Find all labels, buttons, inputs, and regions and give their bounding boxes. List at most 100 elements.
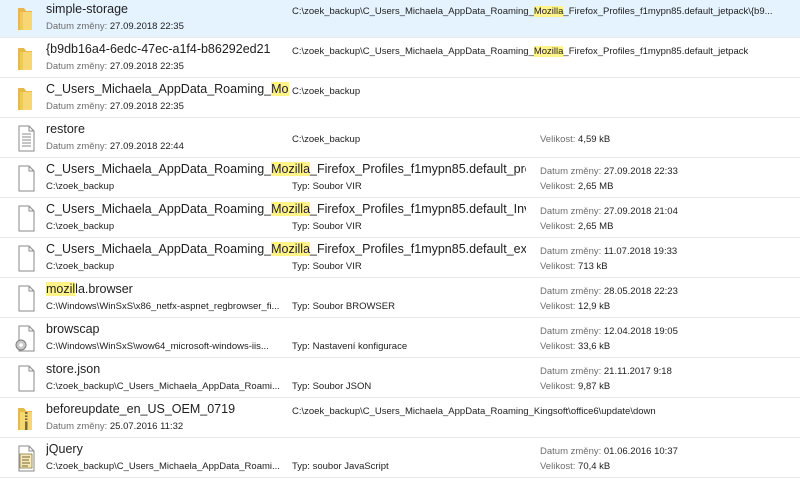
result-row[interactable]: C_Users_Michaela_AppData_Roaming_Mozilla…: [0, 160, 800, 198]
type-label: Typ:: [292, 461, 310, 472]
location-value: C:\zoek_backup\C_Users_Michaela_AppData_…: [46, 381, 280, 392]
text-part: C:\zoek_backup: [292, 86, 361, 97]
result-row[interactable]: simple-storage Datum změny: 27.09.2018 22…: [0, 0, 800, 38]
folder-icon: [14, 43, 38, 73]
file-size: Velikost: 2,65 MB: [540, 181, 613, 192]
text-part: {b9db16a4-6edc-47ec-a1f4-b86292ed21: [46, 42, 271, 56]
result-row[interactable]: restore Datum změny: 27.09.2018 22:44 C:\z…: [0, 120, 800, 158]
text-part: C_Users_Michaela_AppData_Roaming_: [46, 242, 272, 256]
type-label: Typ:: [292, 221, 310, 232]
file-name[interactable]: jQuery: [46, 442, 83, 456]
blank-file-icon: [14, 203, 38, 233]
item-path: C:\zoek_backup: [292, 134, 360, 145]
text-part: _Firefox_Profiles_f1mypn85.default_exten…: [310, 242, 526, 256]
file-size: Velikost: 4,59 kB: [540, 134, 610, 145]
date-modified-label: Datum změny:: [540, 206, 602, 217]
result-row[interactable]: C_Users_Michaela_AppData_Roaming_Mozilla…: [0, 240, 800, 278]
date-modified: Datum změny: 12.04.2018 19:05: [540, 326, 678, 337]
date-modified-label: Datum změny:: [46, 141, 108, 152]
type-label: Typ:: [292, 181, 310, 192]
item-location: C:\Windows\WinSxS\wow64_microsoft-window…: [46, 341, 269, 352]
date-modified-value: 21.11.2017 9:18: [603, 366, 672, 377]
result-row[interactable]: beforeupdate_en_US_OEM_0719 Datum změny: …: [0, 400, 800, 438]
text-file-icon: [14, 123, 38, 153]
file-name[interactable]: C_Users_Michaela_AppData_Roaming_Mozilla…: [46, 162, 526, 176]
date-modified-label: Datum změny:: [46, 101, 108, 112]
date-modified-value: 01.06.2016 10:37: [603, 446, 678, 457]
text-part: _Firefox_Profiles_f1mypn85.default_jetpa…: [563, 6, 773, 17]
item-path: C:\zoek_backup: [292, 86, 360, 97]
location-value: C:\Windows\WinSxS\wow64_microsoft-window…: [46, 341, 269, 352]
file-type: Typ: Soubor JSON: [292, 381, 371, 392]
size-value: 4,59 kB: [578, 134, 611, 145]
file-name[interactable]: C_Users_Michaela_AppData_Roaming_Mozilla…: [46, 202, 526, 216]
text-part: C_Users_Michaela_AppData_Roaming_: [46, 82, 272, 96]
date-modified: Datum změny: 27.09.2018 21:04: [540, 206, 678, 217]
file-name[interactable]: simple-storage: [46, 2, 128, 16]
size-label: Velikost:: [540, 381, 576, 392]
zip-folder-icon: [14, 403, 38, 433]
type-label: Typ:: [292, 301, 310, 312]
type-value: Soubor BROWSER: [312, 301, 395, 312]
date-modified: Datum změny: 21.11.2017 9:18: [540, 366, 672, 377]
date-modified-label: Datum změny:: [540, 246, 602, 257]
date-modified: Datum změny: 01.06.2016 10:37: [540, 446, 678, 457]
date-modified-label: Datum změny:: [46, 21, 108, 32]
item-location: C:\zoek_backup: [46, 181, 114, 192]
result-row[interactable]: store.json C:\zoek_backup\C_Users_Michael…: [0, 360, 800, 398]
search-highlight: Mozilla: [533, 6, 564, 17]
date-modified: Datum změny: 25.07.2016 11:32: [46, 421, 183, 432]
size-label: Velikost:: [540, 181, 576, 192]
location-value: C:\zoek_backup: [46, 181, 115, 192]
file-name[interactable]: restore: [46, 122, 85, 136]
type-label: Typ:: [292, 341, 310, 352]
date-modified-label: Datum změny:: [540, 446, 602, 457]
script-file-icon: [14, 443, 38, 473]
size-value: 12,9 kB: [578, 301, 611, 312]
item-path: C:\zoek_backup\C_Users_Michaela_AppData_…: [292, 406, 656, 417]
file-name[interactable]: browscap: [46, 322, 100, 336]
date-modified: Datum změny: 27.09.2018 22:35: [46, 101, 184, 112]
file-name[interactable]: {b9db16a4-6edc-47ec-a1f4-b86292ed21: [46, 42, 271, 56]
text-part: restore: [46, 122, 85, 136]
result-row[interactable]: jQuery C:\zoek_backup\C_Users_Michaela_Ap…: [0, 440, 800, 478]
result-row[interactable]: mozilla.browser C:\Windows\WinSxS\x86_net…: [0, 280, 800, 318]
size-label: Velikost:: [540, 134, 576, 145]
result-row[interactable]: {b9db16a4-6edc-47ec-a1f4-b86292ed21 Datum…: [0, 40, 800, 78]
file-name[interactable]: mozilla.browser: [46, 282, 133, 296]
date-modified-value: 25.07.2016 11:32: [109, 421, 184, 432]
result-row[interactable]: C_Users_Michaela_AppData_Roaming_Mo Datum…: [0, 80, 800, 118]
file-name[interactable]: beforeupdate_en_US_OEM_0719: [46, 402, 235, 416]
item-path: C:\zoek_backup\C_Users_Michaela_AppData_…: [292, 6, 773, 17]
text-part: C:\zoek_backup\C_Users_Michaela_AppData_…: [292, 46, 534, 57]
result-row[interactable]: browscap C:\Windows\WinSxS\wow64_microsof…: [0, 320, 800, 358]
item-location: C:\zoek_backup: [46, 221, 114, 232]
file-name[interactable]: C_Users_Michaela_AppData_Roaming_Mozilla…: [46, 242, 526, 256]
text-part: _Firefox_Profiles_f1mypn85.default_jetpa…: [563, 46, 749, 57]
text-part: _Firefox_Profiles_f1mypn85.default_Inval…: [310, 202, 526, 216]
date-modified-value: 12.04.2018 19:05: [603, 326, 678, 337]
type-value: Soubor VIR: [312, 261, 362, 272]
text-part: C:\zoek_backup\C_Users_Michaela_AppData_…: [292, 406, 656, 417]
size-value: 2,65 MB: [578, 221, 614, 232]
search-highlight: Mo: [271, 82, 289, 96]
file-name[interactable]: store.json: [46, 362, 100, 376]
type-label: Typ:: [292, 261, 310, 272]
date-modified-label: Datum změny:: [540, 366, 602, 377]
file-name[interactable]: C_Users_Michaela_AppData_Roaming_Mo: [46, 82, 289, 96]
search-highlight: Mozilla: [533, 46, 564, 57]
size-label: Velikost:: [540, 461, 576, 472]
location-value: C:\zoek_backup\C_Users_Michaela_AppData_…: [46, 461, 280, 472]
settings-file-icon: [14, 323, 38, 353]
folder-icon: [14, 83, 38, 113]
item-location: C:\zoek_backup\C_Users_Michaela_AppData_…: [46, 461, 280, 472]
result-row[interactable]: C_Users_Michaela_AppData_Roaming_Mozilla…: [0, 200, 800, 238]
date-modified-value: 27.09.2018 22:44: [109, 141, 184, 152]
type-value: Soubor JSON: [312, 381, 372, 392]
item-location: C:\Windows\WinSxS\x86_netfx-aspnet_regbr…: [46, 301, 279, 312]
text-part: C_Users_Michaela_AppData_Roaming_: [46, 162, 272, 176]
text-part: store.json: [46, 362, 101, 376]
date-modified-value: 27.09.2018 21:04: [603, 206, 678, 217]
folder-icon: [14, 3, 38, 33]
date-modified-label: Datum změny:: [540, 286, 602, 297]
